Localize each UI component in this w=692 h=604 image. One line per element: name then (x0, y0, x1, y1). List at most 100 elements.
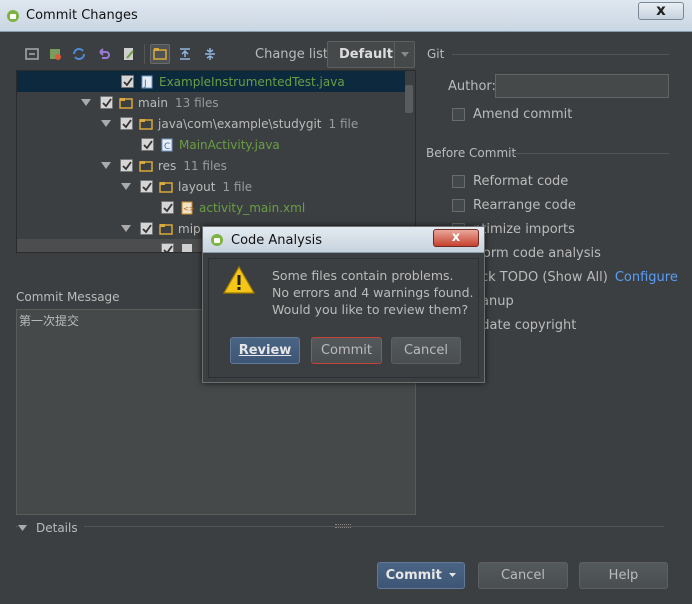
amend-commit-label: Amend commit (473, 106, 573, 122)
folder-icon (159, 180, 173, 194)
tree-item-label: mip (178, 221, 201, 236)
chevron-down-icon (449, 573, 457, 577)
amend-commit-option[interactable]: Amend commit (452, 105, 572, 123)
collapse-all-icon[interactable] (200, 44, 220, 64)
android-studio-icon (210, 233, 224, 250)
tree-item-label: java\com\example\studygit (158, 116, 322, 131)
analysis-message-line: Would you like to review them? (272, 302, 469, 317)
dialog-cancel-button[interactable]: Cancel (391, 337, 461, 364)
commit-message-text: 第一次提交 (19, 314, 80, 328)
tree-item-label: res (158, 158, 177, 173)
option-label: ptimize imports (473, 221, 575, 237)
java-file-icon: C (160, 138, 174, 152)
details-toggle[interactable]: Details (18, 521, 84, 535)
analysis-message-line: Some files contain problems. (272, 268, 454, 283)
tree-row[interactable]: <> activity_main.xml (17, 197, 405, 218)
checkbox-checked-icon[interactable] (140, 180, 153, 193)
code-analysis-title-bar: Code Analysis x (203, 227, 484, 253)
help-button[interactable]: Help (579, 562, 668, 589)
edit-source-icon[interactable] (119, 44, 139, 64)
checkbox-checked-icon[interactable] (161, 243, 174, 252)
checkbox-checked-icon[interactable] (161, 201, 174, 214)
option-label: pdate copyright (473, 317, 577, 333)
xml-file-icon: <> (180, 201, 194, 215)
checkbox-checked-icon[interactable] (100, 96, 113, 109)
changelist-label: Change list: (255, 47, 333, 62)
tree-item-count: 13 files (174, 95, 219, 110)
configure-link[interactable]: Configure (615, 270, 678, 285)
dialog-commit-button[interactable]: Commit (311, 337, 382, 364)
checkbox-checked-icon[interactable] (140, 222, 153, 235)
tree-row[interactable]: J ExampleInstrumentedTest.java (17, 71, 405, 92)
chevron-down-icon (394, 42, 414, 67)
tree-item-label: MainActivity.java (179, 137, 280, 152)
warning-icon (222, 265, 256, 298)
tree-row[interactable]: C MainActivity.java (17, 134, 405, 155)
tree-item-label: activity_main.xml (199, 200, 306, 215)
commit-button-label: Commit (385, 568, 442, 583)
tree-item-label: layout (178, 179, 216, 194)
author-input[interactable] (495, 74, 669, 98)
git-section-label: Git (427, 47, 445, 61)
window-title: Commit Changes (26, 8, 138, 23)
tree-row[interactable]: main 13 files (17, 92, 405, 113)
checkbox-unchecked-icon[interactable] (452, 198, 465, 212)
folder-icon (119, 96, 133, 110)
expand-all-icon[interactable] (175, 44, 195, 64)
changelist-value: Default (339, 47, 393, 62)
before-commit-divider (512, 153, 669, 154)
option-label: Reformat code (473, 173, 569, 189)
expanded-arrow-icon[interactable] (101, 161, 111, 171)
rearrange-code-option[interactable]: Rearrange code (452, 196, 576, 214)
window-close-button[interactable]: x (638, 2, 684, 20)
close-icon[interactable]: x (433, 229, 479, 247)
tree-item-count: 1 file (222, 179, 253, 194)
expand-arrow-icon (18, 524, 27, 531)
group-by-directory-icon[interactable] (150, 44, 170, 64)
checkbox-checked-icon[interactable] (121, 75, 134, 88)
expanded-arrow-icon[interactable] (101, 119, 111, 129)
check-todo-option[interactable]: eck TODO (Show All) Configure (452, 268, 678, 286)
revert-icon[interactable] (94, 44, 114, 64)
option-label: rform code analysis (473, 245, 601, 261)
expanded-arrow-icon[interactable] (121, 182, 131, 192)
cancel-button[interactable]: Cancel (478, 562, 568, 589)
toolbar-separator (144, 44, 145, 64)
tree-row[interactable]: java\com\example\studygit 1 file (17, 113, 405, 134)
review-button[interactable]: Review (230, 337, 300, 364)
expanded-arrow-icon[interactable] (121, 224, 131, 234)
svg-text:C: C (164, 142, 170, 152)
tree-item-count: 11 files (183, 158, 227, 173)
folder-icon (159, 222, 173, 236)
details-label: Details (36, 521, 78, 535)
option-label: Rearrange code (473, 197, 576, 213)
changelist-select[interactable]: Default (327, 41, 415, 68)
reformat-code-option[interactable]: Reformat code (452, 172, 568, 190)
checkbox-checked-icon[interactable] (141, 138, 154, 151)
java-file-icon: J (140, 75, 154, 89)
tree-row[interactable]: res 11 files (17, 155, 405, 176)
checkbox-checked-icon[interactable] (120, 117, 133, 130)
file-icon (180, 243, 194, 252)
svg-text:J: J (143, 79, 147, 89)
author-label: Author: (448, 79, 496, 94)
show-diff-icon[interactable] (22, 44, 42, 64)
splitter-grip[interactable] (335, 524, 351, 528)
tree-item-count: 1 file (328, 116, 359, 131)
tree-row[interactable]: layout 1 file (17, 176, 405, 197)
analysis-message-line: No errors and 4 warnings found. (272, 285, 474, 300)
sync-icon[interactable] (69, 44, 89, 64)
checkbox-unchecked-icon[interactable] (452, 174, 465, 188)
tree-scrollbar-thumb[interactable] (405, 85, 413, 113)
folder-icon (139, 159, 153, 173)
folder-icon (139, 117, 153, 131)
refresh-icon[interactable] (45, 44, 65, 64)
expanded-arrow-icon[interactable] (81, 98, 91, 108)
checkbox-checked-icon[interactable] (120, 159, 133, 172)
commit-button[interactable]: Commit (377, 562, 465, 589)
commit-message-label: Commit Message (16, 290, 120, 304)
android-studio-icon (6, 9, 20, 26)
code-analysis-content: Some files contain problems. No errors a… (208, 258, 479, 378)
svg-text:<>: <> (183, 205, 194, 213)
checkbox-unchecked-icon[interactable] (452, 107, 465, 121)
